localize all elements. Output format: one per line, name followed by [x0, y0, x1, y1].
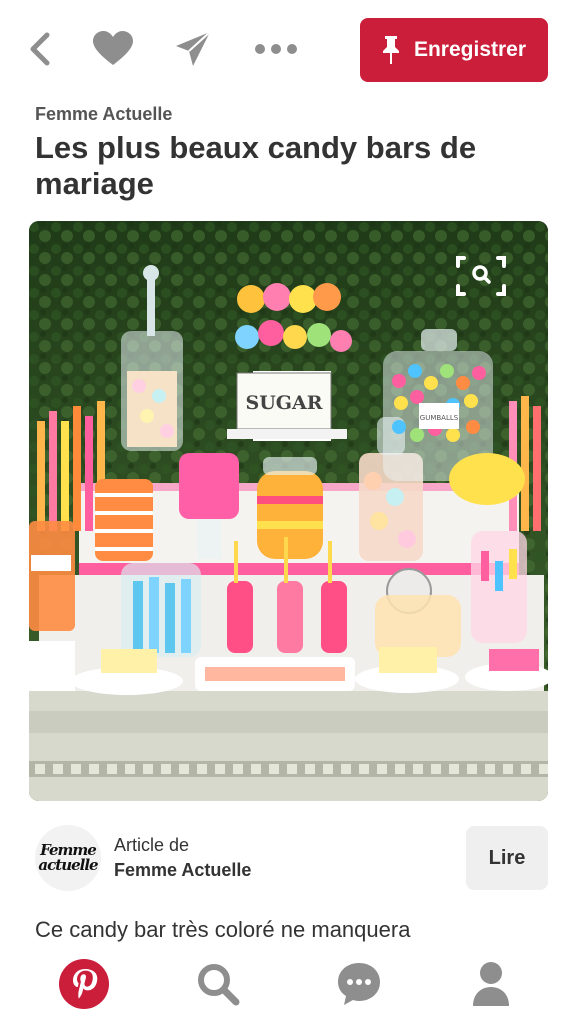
- attribution-row: Femme actuelle Article de Femme Actuelle…: [35, 825, 548, 891]
- pin-image[interactable]: SUGAR GUMBALLS: [29, 221, 548, 801]
- sugar-sign-text: SUGAR: [245, 392, 322, 414]
- send-icon[interactable]: [171, 27, 215, 71]
- pin-source[interactable]: Femme Actuelle: [35, 104, 172, 125]
- top-toolbar: Enregistrer: [0, 0, 577, 100]
- read-button[interactable]: Lire: [466, 826, 548, 890]
- more-icon[interactable]: [254, 27, 298, 71]
- pin-title: Les plus beaux candy bars de mariage: [35, 130, 477, 201]
- gumballs-label-text: GUMBALLS: [420, 414, 459, 422]
- visual-search-icon[interactable]: [456, 254, 506, 298]
- search-icon[interactable]: [188, 952, 248, 1016]
- avatar-logo-line2: actuelle: [38, 856, 98, 874]
- pinterest-home-icon[interactable]: [54, 952, 114, 1016]
- pin-description: Ce candy bar très coloré ne manquera: [35, 917, 411, 942]
- heart-icon[interactable]: [91, 27, 135, 71]
- source-avatar[interactable]: Femme actuelle: [35, 825, 101, 891]
- back-icon[interactable]: [18, 27, 62, 71]
- pin-icon: [382, 36, 399, 64]
- profile-icon[interactable]: [461, 952, 521, 1016]
- save-button[interactable]: Enregistrer: [360, 18, 548, 82]
- save-button-label: Enregistrer: [413, 38, 527, 61]
- bottom-nav: [0, 946, 577, 1024]
- attribution-label: Article de: [114, 835, 190, 855]
- attribution-source-name[interactable]: Femme Actuelle: [114, 860, 251, 881]
- messages-icon[interactable]: [329, 952, 389, 1016]
